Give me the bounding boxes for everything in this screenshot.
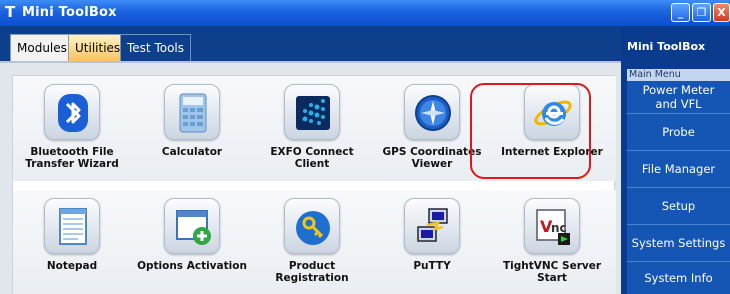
app-label: Options Activation [137, 260, 247, 272]
minimize-button[interactable]: _ [671, 3, 690, 22]
product-registration-icon [284, 198, 340, 254]
app-bluetooth-file-transfer[interactable]: Bluetooth File Transfer Wizard [17, 76, 127, 181]
app-calculator[interactable]: Calculator [137, 76, 247, 181]
app-exfo-connect-client[interactable]: EXFO Connect Client [257, 76, 367, 181]
calculator-icon [164, 84, 220, 140]
menu-item-file-manager[interactable]: File Manager [627, 151, 730, 188]
menu-item-probe[interactable]: Probe [627, 114, 730, 151]
menu-item-power-meter[interactable]: Power Meter and VFL [627, 81, 730, 114]
tightvnc-icon: Vnc [524, 198, 580, 254]
app-label: PuTTY [413, 260, 451, 272]
utilities-content: Bluetooth File Transfer Wizard Calculato… [0, 63, 621, 294]
tab-strip: Modules Utilities Test Tools [0, 26, 621, 63]
app-label: EXFO Connect Client [270, 146, 354, 170]
tab-modules[interactable]: Modules [10, 34, 74, 61]
exfo-connect-icon [284, 84, 340, 140]
restore-button[interactable]: ❐ [692, 3, 711, 22]
menu-item-system-settings[interactable]: System Settings [627, 225, 730, 262]
gps-compass-icon [404, 84, 460, 140]
bluetooth-icon [44, 84, 100, 140]
main-menu-header: Main Menu [627, 69, 730, 81]
menu-item-setup[interactable]: Setup [627, 188, 730, 225]
tab-utilities[interactable]: Utilities [68, 34, 128, 61]
tab-test-tools[interactable]: Test Tools [120, 34, 192, 61]
title-bar: T Mini ToolBox _ ❐ X [0, 0, 730, 26]
menu-item-system-info[interactable]: System Info [627, 262, 730, 294]
main-menu: Main Menu Power Meter and VFL Probe File… [627, 69, 730, 294]
app-label: Calculator [161, 146, 223, 158]
options-activation-icon [164, 198, 220, 254]
window-title: Mini ToolBox [22, 5, 117, 20]
app-grid: Bluetooth File Transfer Wizard Calculato… [12, 75, 616, 294]
mini-toolbox-window: T Mini ToolBox _ ❐ X Modules Utilities T… [0, 0, 730, 294]
sidebar: Mini ToolBox Main Menu Power Meter and V… [621, 26, 730, 294]
app-notepad[interactable]: Notepad [17, 190, 127, 294]
selection-highlight [470, 83, 591, 179]
app-label: Notepad [46, 260, 98, 272]
sidebar-title: Mini ToolBox [627, 40, 706, 53]
app-label: TightVNC Server Start [502, 260, 602, 284]
app-logo-icon: T [5, 3, 16, 21]
notepad-icon [44, 198, 100, 254]
svg-text:nc: nc [551, 221, 567, 235]
app-label: Bluetooth File Transfer Wizard [25, 146, 119, 170]
app-putty[interactable]: PuTTY [377, 190, 487, 294]
app-options-activation[interactable]: Options Activation [137, 190, 247, 294]
close-button[interactable]: X [713, 3, 730, 22]
putty-icon [404, 198, 460, 254]
app-product-registration[interactable]: Product Registration [257, 190, 367, 294]
app-tightvnc-server-start[interactable]: Vnc TightVNC Server Start [497, 190, 607, 294]
app-label: Product Registration [275, 260, 349, 284]
